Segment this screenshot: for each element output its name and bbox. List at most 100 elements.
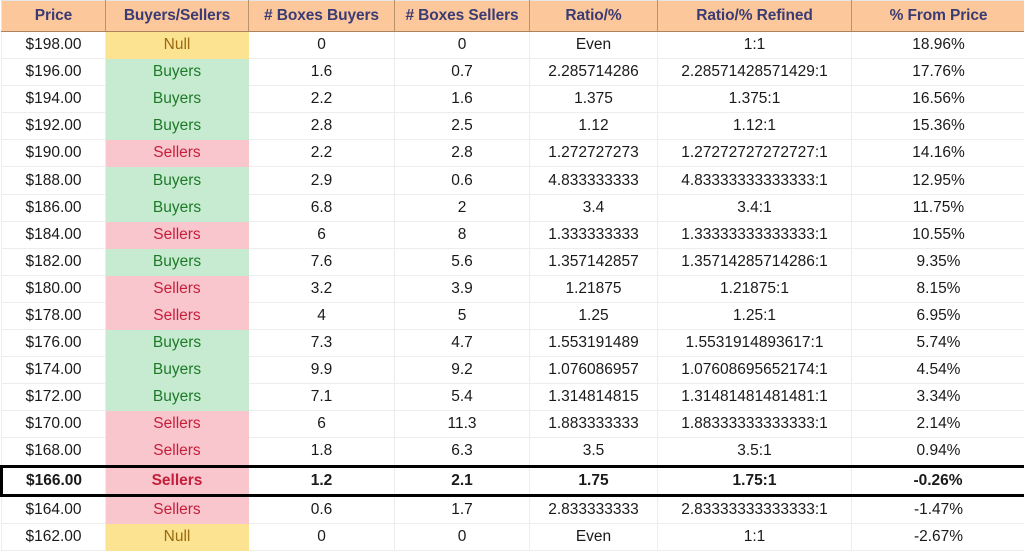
cell-signal[interactable]: Sellers xyxy=(106,438,249,466)
cell-from_price[interactable]: 2.14% xyxy=(852,411,1024,438)
cell-ratio[interactable]: 1.272727273 xyxy=(530,140,658,167)
cell-ratio[interactable]: 1.12 xyxy=(530,113,658,140)
cell-price[interactable]: $182.00 xyxy=(2,248,106,275)
column-header-from_price[interactable]: % From Price xyxy=(852,1,1024,32)
cell-signal[interactable]: Sellers xyxy=(106,466,249,495)
cell-boxes_sell[interactable]: 2.8 xyxy=(395,140,530,167)
table-row[interactable]: $186.00Buyers6.823.43.4:111.75% xyxy=(2,194,1024,221)
cell-ratio[interactable]: 1.883333333 xyxy=(530,411,658,438)
column-header-ratio_ref[interactable]: Ratio/% Refined xyxy=(658,1,852,32)
cell-boxes_buy[interactable]: 7.3 xyxy=(249,330,395,357)
table-row[interactable]: $174.00Buyers9.99.21.0760869571.07608695… xyxy=(2,357,1024,384)
cell-ratio[interactable]: Even xyxy=(530,32,658,59)
cell-boxes_sell[interactable]: 3.9 xyxy=(395,275,530,302)
cell-ratio_ref[interactable]: 3.4:1 xyxy=(658,194,852,221)
cell-ratio[interactable]: 1.21875 xyxy=(530,275,658,302)
table-row[interactable]: $178.00Sellers451.251.25:16.95% xyxy=(2,302,1024,329)
cell-price[interactable]: $196.00 xyxy=(2,59,106,86)
cell-signal[interactable]: Buyers xyxy=(106,113,249,140)
table-row[interactable]: $182.00Buyers7.65.61.3571428571.35714285… xyxy=(2,248,1024,275)
cell-signal[interactable]: Sellers xyxy=(106,302,249,329)
cell-boxes_buy[interactable]: 6 xyxy=(249,221,395,248)
table-row[interactable]: $180.00Sellers3.23.91.218751.21875:18.15… xyxy=(2,275,1024,302)
cell-price[interactable]: $166.00 xyxy=(2,466,106,495)
table-row[interactable]: $198.00Null00Even1:118.96% xyxy=(2,32,1024,59)
cell-price[interactable]: $174.00 xyxy=(2,357,106,384)
cell-ratio_ref[interactable]: 3.5:1 xyxy=(658,438,852,466)
cell-boxes_sell[interactable]: 0.6 xyxy=(395,167,530,194)
cell-signal[interactable]: Sellers xyxy=(106,411,249,438)
table-row[interactable]: $194.00Buyers2.21.61.3751.375:116.56% xyxy=(2,86,1024,113)
column-header-price[interactable]: Price xyxy=(2,1,106,32)
cell-price[interactable]: $194.00 xyxy=(2,86,106,113)
cell-ratio_ref[interactable]: 1.21875:1 xyxy=(658,275,852,302)
cell-boxes_sell[interactable]: 1.6 xyxy=(395,86,530,113)
cell-price[interactable]: $190.00 xyxy=(2,140,106,167)
cell-boxes_buy[interactable]: 2.2 xyxy=(249,140,395,167)
cell-boxes_sell[interactable]: 9.2 xyxy=(395,357,530,384)
cell-boxes_sell[interactable]: 1.7 xyxy=(395,495,530,523)
cell-ratio[interactable]: 1.25 xyxy=(530,302,658,329)
cell-boxes_buy[interactable]: 0 xyxy=(249,32,395,59)
cell-boxes_sell[interactable]: 0 xyxy=(395,523,530,550)
cell-ratio[interactable]: 1.75 xyxy=(530,466,658,495)
cell-ratio_ref[interactable]: 1.33333333333333:1 xyxy=(658,221,852,248)
cell-ratio[interactable]: 4.833333333 xyxy=(530,167,658,194)
cell-ratio[interactable]: Even xyxy=(530,523,658,550)
cell-from_price[interactable]: 11.75% xyxy=(852,194,1024,221)
cell-from_price[interactable]: 16.56% xyxy=(852,86,1024,113)
cell-boxes_sell[interactable]: 5.6 xyxy=(395,248,530,275)
cell-boxes_buy[interactable]: 2.8 xyxy=(249,113,395,140)
cell-boxes_sell[interactable]: 0.7 xyxy=(395,59,530,86)
cell-signal[interactable]: Buyers xyxy=(106,167,249,194)
cell-signal[interactable]: Buyers xyxy=(106,330,249,357)
cell-boxes_buy[interactable]: 9.9 xyxy=(249,357,395,384)
cell-signal[interactable]: Buyers xyxy=(106,59,249,86)
cell-price[interactable]: $168.00 xyxy=(2,438,106,466)
cell-ratio_ref[interactable]: 1:1 xyxy=(658,523,852,550)
cell-signal[interactable]: Sellers xyxy=(106,140,249,167)
cell-signal[interactable]: Sellers xyxy=(106,275,249,302)
cell-ratio_ref[interactable]: 2.28571428571429:1 xyxy=(658,59,852,86)
cell-ratio[interactable]: 3.4 xyxy=(530,194,658,221)
cell-price[interactable]: $192.00 xyxy=(2,113,106,140)
column-header-boxes_buy[interactable]: # Boxes Buyers xyxy=(249,1,395,32)
table-row[interactable]: $188.00Buyers2.90.64.8333333334.83333333… xyxy=(2,167,1024,194)
cell-price[interactable]: $178.00 xyxy=(2,302,106,329)
cell-price[interactable]: $180.00 xyxy=(2,275,106,302)
cell-ratio_ref[interactable]: 1.5531914893617:1 xyxy=(658,330,852,357)
cell-ratio[interactable]: 2.833333333 xyxy=(530,495,658,523)
column-header-ratio[interactable]: Ratio/% xyxy=(530,1,658,32)
cell-from_price[interactable]: 14.16% xyxy=(852,140,1024,167)
table-row[interactable]: $168.00Sellers1.86.33.53.5:10.94% xyxy=(2,438,1024,466)
cell-from_price[interactable]: 9.35% xyxy=(852,248,1024,275)
cell-boxes_buy[interactable]: 1.8 xyxy=(249,438,395,466)
cell-ratio_ref[interactable]: 1.07608695652174:1 xyxy=(658,357,852,384)
table-row[interactable]: $184.00Sellers681.3333333331.33333333333… xyxy=(2,221,1024,248)
cell-ratio_ref[interactable]: 1.35714285714286:1 xyxy=(658,248,852,275)
cell-boxes_buy[interactable]: 1.2 xyxy=(249,466,395,495)
cell-price[interactable]: $186.00 xyxy=(2,194,106,221)
cell-from_price[interactable]: -1.47% xyxy=(852,495,1024,523)
cell-from_price[interactable]: 8.15% xyxy=(852,275,1024,302)
cell-signal[interactable]: Sellers xyxy=(106,495,249,523)
cell-ratio_ref[interactable]: 1:1 xyxy=(658,32,852,59)
cell-ratio_ref[interactable]: 1.375:1 xyxy=(658,86,852,113)
table-row[interactable]: $162.00Null00Even1:1-2.67% xyxy=(2,523,1024,550)
cell-boxes_buy[interactable]: 2.2 xyxy=(249,86,395,113)
cell-ratio[interactable]: 2.285714286 xyxy=(530,59,658,86)
cell-signal[interactable]: Buyers xyxy=(106,384,249,411)
cell-boxes_buy[interactable]: 7.6 xyxy=(249,248,395,275)
column-header-signal[interactable]: Buyers/Sellers xyxy=(106,1,249,32)
cell-price[interactable]: $176.00 xyxy=(2,330,106,357)
column-header-boxes_sell[interactable]: # Boxes Sellers xyxy=(395,1,530,32)
cell-price[interactable]: $170.00 xyxy=(2,411,106,438)
table-row[interactable]: $196.00Buyers1.60.72.2857142862.28571428… xyxy=(2,59,1024,86)
cell-boxes_buy[interactable]: 4 xyxy=(249,302,395,329)
cell-signal[interactable]: Null xyxy=(106,32,249,59)
table-row[interactable]: $190.00Sellers2.22.81.2727272731.2727272… xyxy=(2,140,1024,167)
table-row[interactable]: $192.00Buyers2.82.51.121.12:115.36% xyxy=(2,113,1024,140)
cell-boxes_sell[interactable]: 8 xyxy=(395,221,530,248)
cell-from_price[interactable]: 15.36% xyxy=(852,113,1024,140)
cell-boxes_sell[interactable]: 5 xyxy=(395,302,530,329)
